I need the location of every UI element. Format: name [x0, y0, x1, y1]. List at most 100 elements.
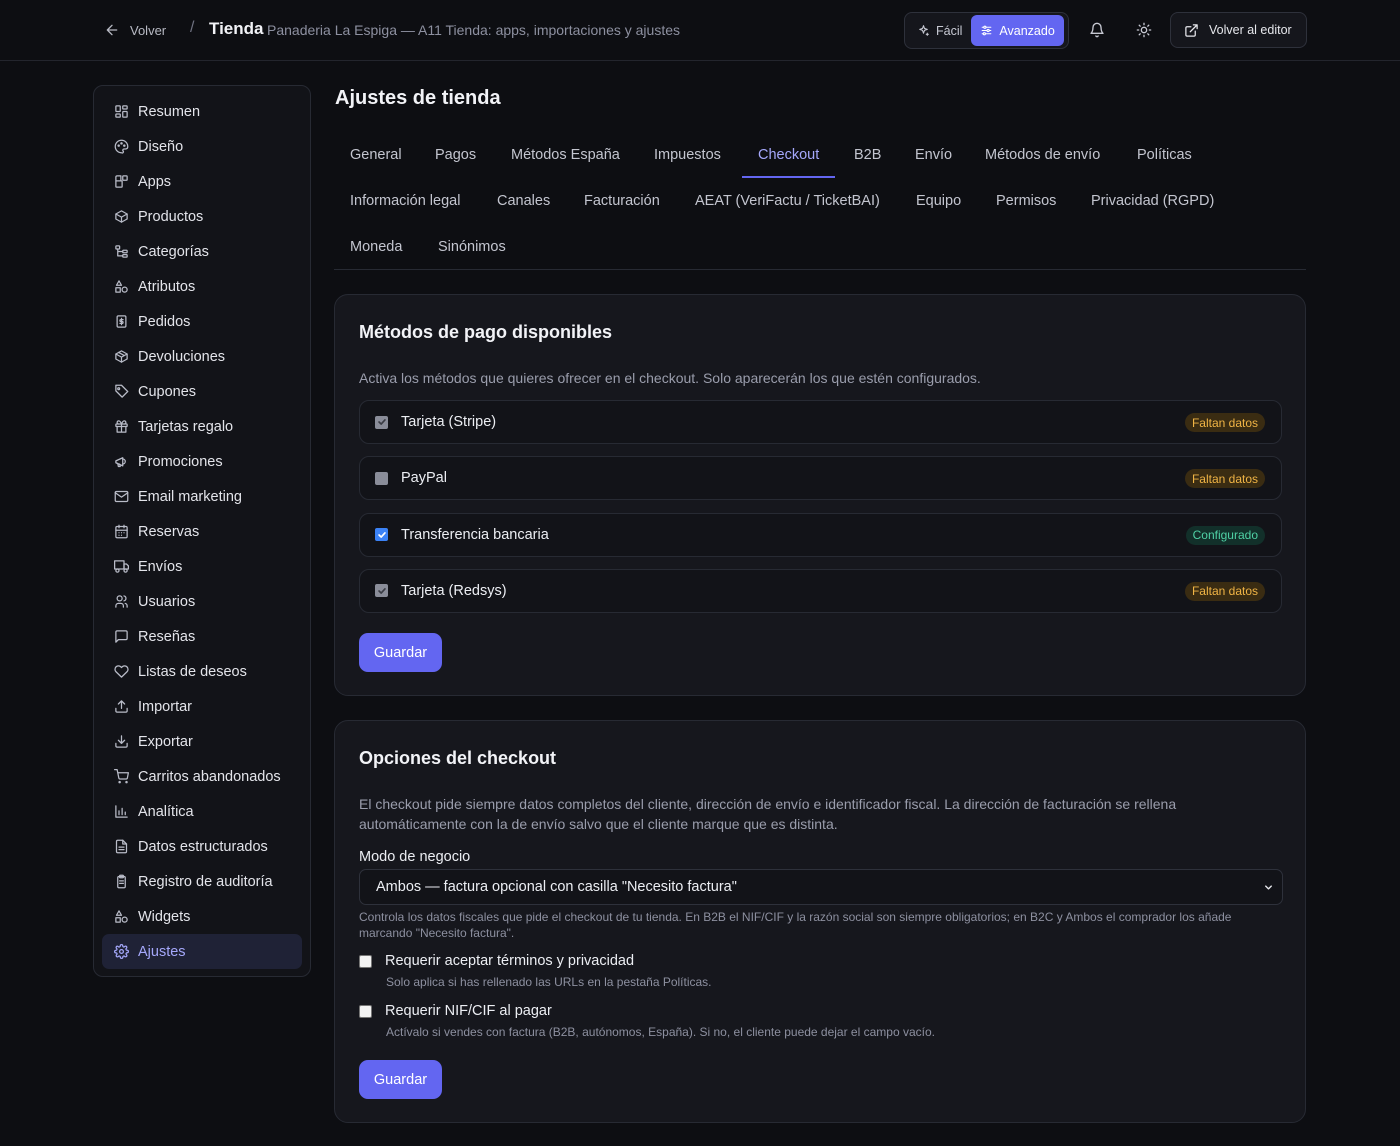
- chevron-down-icon: [1265, 885, 1272, 890]
- payment-method-checkbox[interactable]: [375, 415, 388, 429]
- sidebar-item-productos[interactable]: Productos: [102, 199, 302, 234]
- gear-icon: [114, 944, 129, 959]
- sidebar-item-importar[interactable]: Importar: [102, 689, 302, 724]
- checkout-options-title: Opciones del checkout: [359, 748, 557, 768]
- mode-easy-button[interactable]: Fácil: [908, 15, 971, 46]
- page-title: Ajustes de tienda: [335, 87, 501, 109]
- tab-pagos[interactable]: Pagos: [419, 132, 492, 178]
- sidebar-item-apps[interactable]: Apps: [102, 164, 302, 199]
- sidebar-item-datos-estructurados[interactable]: Datos estructurados: [102, 829, 302, 864]
- tab-metodos-de-envio[interactable]: Métodos de envío: [969, 132, 1116, 178]
- tab-permisos[interactable]: Permisos: [980, 178, 1072, 224]
- theme-toggle-button[interactable]: [1132, 18, 1156, 42]
- external-link-icon: [1185, 23, 1198, 37]
- status-badge: Faltan datos: [1184, 413, 1265, 432]
- sidebar-item-label: Widgets: [138, 908, 191, 925]
- tab-equipo[interactable]: Equipo: [900, 178, 977, 224]
- sidebar-item-categorias[interactable]: Categorías: [102, 234, 302, 269]
- sidebar-item-listas-de-deseos[interactable]: Listas de deseos: [102, 654, 302, 689]
- tab-aeat-verifactu-ticketbai[interactable]: AEAT (VeriFactu / TicketBAI): [679, 178, 896, 224]
- page-subtitle: Panaderia La Espiga — A11 Tienda: apps, …: [267, 22, 680, 38]
- sidebar-item-usuarios[interactable]: Usuarios: [102, 584, 302, 619]
- download-icon: [115, 735, 128, 748]
- tab-privacidad-rgpd[interactable]: Privacidad (RGPD): [1075, 178, 1230, 224]
- payment-method-tarjeta-redsys: Tarjeta (Redsys) Faltan datos: [359, 568, 1282, 613]
- tab-metodos-espana[interactable]: Métodos España: [495, 132, 636, 178]
- tab-envio[interactable]: Envío: [899, 132, 968, 178]
- top-bar: Volver / Tienda Panaderia La Espiga — A1…: [0, 0, 1400, 61]
- require-nif-checkbox[interactable]: [359, 1004, 372, 1018]
- sidebar-item-atributos[interactable]: Atributos: [102, 269, 302, 304]
- sidebar-item-tarjetas-regalo[interactable]: Tarjetas regalo: [102, 409, 302, 444]
- sidebar-item-label: Registro de auditoría: [138, 873, 273, 890]
- sidebar-item-label: Pedidos: [138, 313, 191, 330]
- sidebar-item-label: Analítica: [138, 803, 194, 820]
- tab-impuestos[interactable]: Impuestos: [638, 132, 737, 178]
- mail-icon: [114, 490, 129, 503]
- payment-method-label: PayPal: [401, 470, 447, 487]
- sidebar-item-label: Importar: [138, 698, 192, 715]
- calendar-icon: [115, 524, 128, 539]
- sidebar-item-label: Reseñas: [138, 628, 196, 645]
- tab-checkout[interactable]: Checkout: [742, 132, 836, 178]
- receipt-icon: [116, 315, 127, 328]
- tab-informacion-legal[interactable]: Información legal: [334, 178, 476, 224]
- payment-method-tarjeta-stripe: Tarjeta (Stripe) Faltan datos: [359, 400, 1282, 444]
- tab-facturacion[interactable]: Facturación: [568, 178, 676, 224]
- sidebar-item-label: Usuarios: [138, 593, 196, 610]
- shapes-icon: [115, 280, 128, 293]
- sidebar-item-resenas[interactable]: Reseñas: [102, 619, 302, 654]
- sidebar-item-devoluciones[interactable]: Devoluciones: [102, 339, 302, 374]
- payment-method-checkbox[interactable]: [375, 584, 388, 598]
- payment-method-checkbox[interactable]: [375, 471, 388, 485]
- sidebar-item-email-marketing[interactable]: Email marketing: [102, 479, 302, 514]
- save-payment-methods-button[interactable]: Guardar: [359, 633, 442, 672]
- sidebar-item-carritos-abandonados[interactable]: Carritos abandonados: [102, 759, 302, 794]
- tab-sinonimos[interactable]: Sinónimos: [422, 224, 522, 270]
- sidebar-item-cupones[interactable]: Cupones: [102, 374, 302, 409]
- heart-icon: [114, 665, 129, 678]
- sidebar-item-widgets[interactable]: Widgets: [102, 899, 302, 934]
- tab-canales[interactable]: Canales: [481, 178, 566, 224]
- tag-icon: [115, 384, 129, 398]
- sidebar-item-promociones[interactable]: Promociones: [102, 444, 302, 479]
- sidebar-item-label: Diseño: [138, 138, 184, 155]
- require-nif-label: Requerir NIF/CIF al pagar: [385, 1003, 552, 1019]
- dashboard-icon: [115, 105, 128, 118]
- mode-easy-label: Fácil: [936, 23, 963, 38]
- back-to-editor-button[interactable]: Volver al editor: [1170, 12, 1307, 48]
- require-terms-checkbox[interactable]: [359, 954, 372, 968]
- sidebar-item-analitica[interactable]: Analítica: [102, 794, 302, 829]
- notifications-button[interactable]: [1085, 18, 1109, 42]
- sidebar-item-registro-de-auditoria[interactable]: Registro de auditoría: [102, 864, 302, 899]
- status-badge: Configurado: [1185, 525, 1265, 545]
- settings-tabs: General Pagos Métodos España Impuestos Check…: [334, 132, 1306, 270]
- tab-moneda[interactable]: Moneda: [334, 224, 418, 270]
- sparkles-icon: [919, 25, 929, 36]
- truck-icon: [114, 560, 129, 573]
- sliders-icon: [982, 25, 992, 36]
- payment-method-checkbox[interactable]: [375, 528, 388, 542]
- sidebar-item-envios[interactable]: Envíos: [102, 549, 302, 584]
- tab-politicas[interactable]: Políticas: [1121, 132, 1208, 178]
- chart-icon: [115, 805, 128, 818]
- save-checkout-options-button[interactable]: Guardar: [359, 1060, 442, 1099]
- tree-icon: [115, 245, 128, 258]
- sidebar-item-resumen[interactable]: Resumen: [102, 94, 302, 129]
- mode-advanced-button[interactable]: Avanzado: [971, 15, 1064, 46]
- sidebar-item-diseno[interactable]: Diseño: [102, 129, 302, 164]
- back-button[interactable]: Volver: [104, 19, 166, 41]
- sidebar-item-pedidos[interactable]: Pedidos: [102, 304, 302, 339]
- sidebar-item-reservas[interactable]: Reservas: [102, 514, 302, 549]
- tab-general[interactable]: General: [334, 132, 418, 178]
- sidebar-item-exportar[interactable]: Exportar: [102, 724, 302, 759]
- payment-methods-description: Activa los métodos que quieres ofrecer e…: [359, 370, 981, 386]
- bell-icon: [1090, 22, 1104, 38]
- business-mode-select[interactable]: Ambos — factura opcional con casilla "Ne…: [359, 869, 1283, 905]
- sidebar-item-ajustes[interactable]: Ajustes: [102, 934, 302, 969]
- box-icon: [115, 210, 128, 223]
- status-badge: Faltan datos: [1184, 581, 1265, 601]
- message-icon: [115, 630, 128, 643]
- sidebar-item-label: Apps: [138, 173, 172, 190]
- tab-b2b[interactable]: B2B: [838, 132, 897, 178]
